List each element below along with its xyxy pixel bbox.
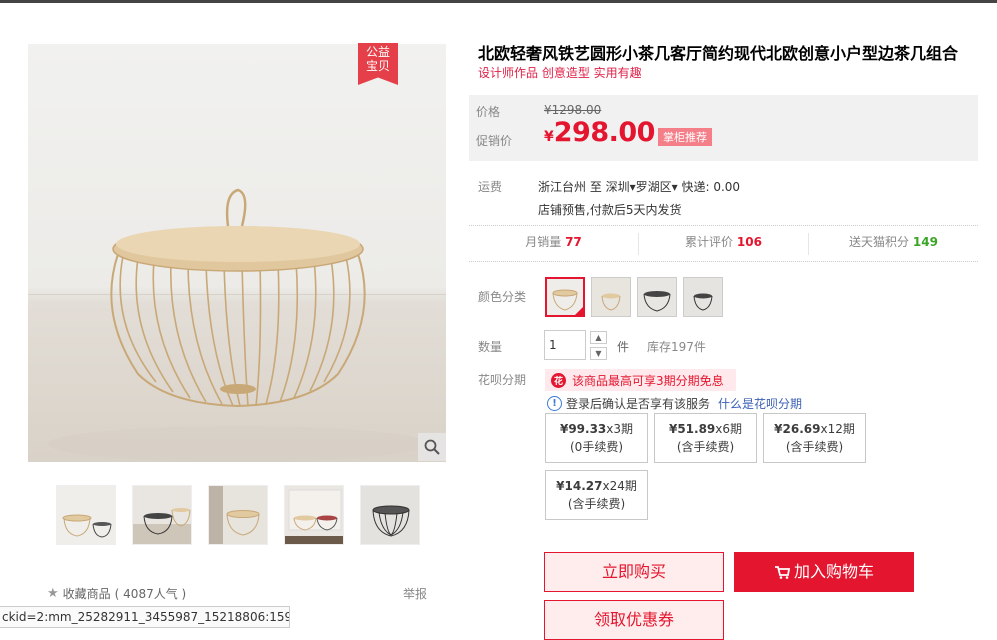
orig-price-label: 价格: [476, 105, 501, 119]
shipping-label: 运费: [478, 180, 503, 194]
quantity-decrease-button[interactable]: ▼: [590, 347, 607, 360]
plan-amount: ¥51.89: [668, 422, 716, 436]
shipping-destination[interactable]: 浙江台州 至 深圳▾罗湖区▾ 快递: 0.00: [538, 178, 740, 195]
quantity-increase-button[interactable]: ▲: [590, 331, 607, 344]
price-panel: 价格 ¥1298.00 促销价 ¥298.00 掌柜推荐: [469, 95, 978, 161]
color-label: 颜色分类: [478, 290, 527, 304]
divider: [469, 261, 978, 262]
favorite-count: ( 4087人气 ): [114, 587, 187, 601]
thumbnail-5[interactable]: [360, 485, 420, 545]
quantity-input[interactable]: [544, 330, 586, 360]
buy-now-button[interactable]: 立即购买: [544, 552, 724, 592]
color-swatch-gold-small[interactable]: [591, 277, 631, 317]
huabei-logo-icon: 花: [551, 372, 566, 388]
star-icon: ★: [47, 586, 59, 601]
report-link[interactable]: 举报: [403, 585, 427, 602]
thumbnail-2[interactable]: [132, 485, 192, 545]
stat-points: 送天猫积分 149: [809, 233, 978, 255]
huabei-banner-text: 该商品最高可享3期分期免息: [572, 373, 724, 388]
stat-label: 月销量: [525, 235, 562, 249]
plan-fee: (含手续费): [567, 497, 626, 511]
orig-price-value: ¥1298.00: [544, 103, 602, 117]
thumbnail-list: [56, 485, 420, 545]
product-subtitle: 设计师作品 创意造型 实用有趣: [478, 66, 642, 80]
add-to-cart-label: 加入购物车: [793, 562, 874, 581]
installment-12[interactable]: ¥26.69x12期 (含手续费): [763, 413, 866, 463]
badge-line-1: 公益: [365, 45, 390, 59]
thumbnail-4[interactable]: [284, 485, 344, 545]
plan-amount: ¥26.69: [774, 422, 821, 436]
huabei-info-text: 登录后确认是否享有该服务: [566, 397, 711, 411]
plan-fee: (0手续费): [570, 440, 623, 454]
magnifier-icon: [424, 439, 440, 455]
divider: [469, 225, 978, 226]
favorite-link[interactable]: ★ 收藏商品 ( 4087人气 ): [47, 585, 186, 602]
stock-count: 库存197件: [647, 340, 706, 354]
product-title: 北欧轻奢风铁艺圆形小茶几客厅简约现代北欧创意小户型边茶几组合: [478, 44, 959, 63]
plan-amount: ¥99.33: [559, 422, 607, 436]
stat-reviews[interactable]: 累计评价 106: [639, 233, 809, 255]
top-border: [0, 0, 997, 3]
color-swatch-gold-selected[interactable]: [545, 277, 585, 317]
huabei-label: 花呗分期: [478, 373, 527, 387]
stat-label: 累计评价: [685, 235, 734, 249]
cart-icon: [774, 566, 791, 579]
plan-amount: ¥14.27: [556, 479, 603, 493]
main-product-image[interactable]: [28, 44, 446, 462]
installment-6[interactable]: ¥51.89x6期 (含手续费): [654, 413, 757, 463]
stats-bar: 月销量 77 累计评价 106 送天猫积分 149: [469, 233, 978, 255]
stat-value: 77: [565, 235, 582, 249]
thumbnail-1[interactable]: [56, 485, 116, 545]
shipping-note: 店铺预售,付款后5天内发货: [538, 203, 682, 217]
add-to-cart-button[interactable]: 加入购物车: [734, 552, 914, 592]
get-coupon-button[interactable]: 领取优惠券: [544, 600, 724, 640]
stat-monthly-sales: 月销量 77: [469, 233, 639, 255]
thumbnail-3[interactable]: [208, 485, 268, 545]
currency-symbol: ¥: [544, 129, 554, 145]
promo-tag: 掌柜推荐: [658, 128, 712, 146]
side-table-illustration: [48, 188, 428, 462]
stat-value: 149: [912, 235, 938, 249]
huabei-info: ! 登录后确认是否享有该服务 什么是花呗分期: [547, 395, 802, 412]
stat-value: 106: [736, 235, 762, 249]
huabei-help-link[interactable]: 什么是花呗分期: [718, 395, 802, 412]
plan-term: x3期: [606, 422, 634, 436]
favorite-label: 收藏商品: [62, 587, 111, 601]
installment-3[interactable]: ¥99.33x3期 (0手续费): [545, 413, 648, 463]
sale-price-value: 298.00: [553, 117, 656, 148]
plan-term: x24期: [602, 479, 637, 493]
installment-24[interactable]: ¥14.27x24期 (含手续费): [545, 470, 648, 520]
color-options: [545, 277, 723, 317]
huabei-banner: 花 该商品最高可享3期分期免息: [545, 369, 736, 391]
stat-label: 送天猫积分: [849, 235, 910, 249]
badge-line-2: 宝贝: [365, 59, 390, 73]
sale-price: ¥298.00: [544, 117, 655, 148]
zoom-button[interactable]: [418, 433, 446, 461]
plan-fee: (含手续费): [676, 440, 735, 454]
color-swatch-black-small[interactable]: [683, 277, 723, 317]
sale-price-label: 促销价: [476, 134, 513, 148]
browser-status-url: ckid=2:mm_25282911_3455987_15218806:159.…: [0, 606, 290, 628]
quantity-label: 数量: [478, 340, 503, 354]
plan-term: x12期: [820, 422, 855, 436]
info-icon: !: [547, 396, 562, 411]
color-swatch-black-large[interactable]: [637, 277, 677, 317]
quantity-unit: 件: [617, 340, 630, 354]
plan-term: x6期: [715, 422, 743, 436]
plan-fee: (含手续费): [785, 440, 844, 454]
